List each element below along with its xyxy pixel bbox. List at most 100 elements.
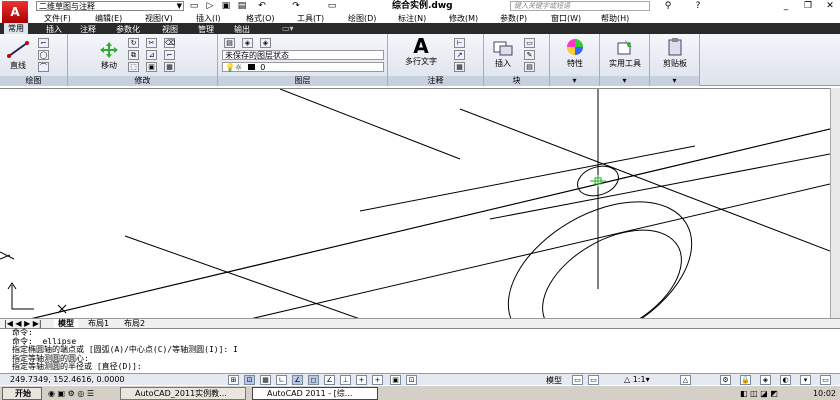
undo-icon[interactable]: ↶ [256, 1, 268, 11]
line-label: 直线 [10, 61, 26, 70]
drawing-geometry[interactable] [0, 88, 831, 347]
drawing-line [279, 88, 461, 160]
polar-toggle[interactable]: ∠ [292, 375, 303, 385]
quick-launch-icons[interactable]: ◉ ▣ ⚙ ◎ ☰ [48, 387, 94, 400]
grid-toggle[interactable]: ▦ [260, 375, 271, 385]
move-icon [100, 42, 118, 58]
autocad-logo-icon[interactable]: A [2, 1, 28, 23]
leader-icon[interactable]: ↗ [454, 50, 465, 60]
binoculars-icon[interactable]: ⚲ [660, 0, 676, 12]
mirror-icon[interactable]: ⊿ [146, 50, 157, 60]
erase-icon[interactable]: ⌫ [164, 38, 175, 48]
redo-icon[interactable]: ↷ [290, 1, 302, 11]
print-icon[interactable]: ▭ [326, 1, 338, 11]
layout-tabs: |◀ ◀ ▶ ▶| 模型 布局1 布局2 [0, 318, 840, 329]
rotate-icon[interactable]: ↻ [128, 38, 139, 48]
vertical-scrollbar[interactable] [830, 88, 840, 318]
clean-screen-icon[interactable]: ▭ [820, 375, 831, 385]
taskbar-item-folder[interactable]: AutoCAD_2011实例教... [120, 387, 246, 400]
open-icon[interactable]: ▷ [204, 1, 216, 11]
start-label: 开始 [15, 389, 31, 398]
coordinates-readout[interactable]: 249.7349, 152.4616, 0.0000 [10, 375, 125, 384]
mtext-button[interactable]: A 多行文字 [396, 36, 446, 67]
utilities-panel-title[interactable]: ▾ [600, 76, 649, 86]
help-icon[interactable]: ? [690, 0, 706, 12]
polyline-icon[interactable]: ⌐ [38, 38, 49, 48]
clipboard-button[interactable]: 剪贴板 [654, 38, 696, 69]
dimension-icon[interactable]: ⊢ [454, 38, 465, 48]
chevron-down-icon: ▼ [176, 2, 182, 10]
layer-properties-icon[interactable]: ▤ [224, 38, 235, 48]
modify-panel-title[interactable]: 修改 [68, 76, 217, 86]
isolate-objects-icon[interactable]: ◐ [780, 375, 791, 385]
annotation-scale-label[interactable]: △ 1:1▾ [624, 375, 650, 384]
lineweight-toggle[interactable]: + [372, 375, 383, 385]
arc-icon[interactable]: ⌒ [38, 62, 49, 72]
dyn-toggle[interactable]: + [356, 375, 367, 385]
trim-icon[interactable]: ✂ [146, 38, 157, 48]
save-icon[interactable]: ▣ [220, 1, 232, 11]
drawing-line [489, 153, 831, 220]
selection-cycling-toggle[interactable]: ⊡ [406, 375, 417, 385]
table-icon[interactable]: ▦ [454, 62, 465, 72]
draw-panel-title[interactable]: 绘图 [0, 76, 67, 86]
taskbar-item-autocad[interactable]: AutoCAD 2011 - [综... [252, 387, 378, 400]
status-menu-icon[interactable]: ▾ [800, 375, 811, 385]
layer-select[interactable]: 💡☼ 0 [222, 62, 384, 72]
fillet-icon[interactable]: ⌐ [164, 50, 175, 60]
properties-button[interactable]: 特性 [556, 38, 594, 69]
block-panel-title[interactable]: 块 [484, 76, 549, 86]
drawing-line [249, 183, 831, 320]
tab-home[interactable]: 常用 [4, 23, 28, 34]
restore-button[interactable]: ❐ [800, 0, 816, 12]
insert-block-button[interactable]: 插入 [488, 40, 518, 69]
menu-bar: 文件(F) 编辑(E) 视图(V) 插入(I) 格式(O) 工具(T) 绘图(D… [0, 12, 840, 23]
copy-icon[interactable]: ⧉ [128, 50, 139, 60]
lock-icon[interactable]: 🔒 [740, 375, 751, 385]
panel-block: 插入 ▭ ✎ ▤ 块 [484, 34, 550, 86]
scale-icon[interactable]: ▣ [146, 62, 157, 72]
search-input[interactable]: 键入关键字或短语 [510, 1, 650, 11]
circle-icon[interactable]: ◯ [38, 50, 49, 60]
quick-view-layouts-icon[interactable]: ▭ [572, 375, 583, 385]
ribbon-toggle-icon[interactable]: ▭▾ [278, 24, 298, 33]
layer-tool-icon[interactable]: ◈ [260, 38, 271, 48]
layer-tool-icon[interactable]: ◈ [242, 38, 253, 48]
clipboard-panel-title[interactable]: ▾ [650, 76, 699, 86]
hardware-acceleration-icon[interactable]: ◈ [760, 375, 771, 385]
clock: 10:02 [812, 389, 836, 398]
workspace-switching-icon[interactable]: ⚙ [720, 375, 731, 385]
ortho-toggle[interactable]: ∟ [276, 375, 287, 385]
infer-constraints-toggle[interactable]: ⊞ [228, 375, 239, 385]
edit-block-icon[interactable]: ✎ [524, 50, 535, 60]
properties-panel-title[interactable]: ▾ [550, 76, 599, 86]
drawing-canvas[interactable] [0, 88, 840, 347]
osnap-toggle[interactable]: ◻ [308, 375, 319, 385]
command-window[interactable]: 命令: 命令: ellipse 指定椭圆轴的端点或 [圆弧(A)/中心点(C)/等轴… [0, 328, 840, 373]
line-button[interactable]: 直线 [4, 40, 32, 71]
tray-icons[interactable]: ◧ ◫ ◪ ◩ [740, 387, 778, 400]
close-button[interactable]: ✕ [822, 0, 838, 12]
stretch-icon[interactable]: ⬚ [128, 62, 139, 72]
snap-mode-toggle[interactable]: ⊡ [244, 375, 255, 385]
move-button[interactable]: 移动 [94, 42, 124, 71]
attribute-icon[interactable]: ▤ [524, 62, 535, 72]
quick-view-drawings-icon[interactable]: ▭ [588, 375, 599, 385]
array-icon[interactable]: ▦ [164, 62, 175, 72]
layer-state-select[interactable]: 未保存的图层状态 [222, 50, 384, 60]
utilities-button[interactable]: 实用工具 [604, 38, 646, 69]
ducs-toggle[interactable]: ⊥ [340, 375, 351, 385]
otrack-toggle[interactable]: ∠ [324, 375, 335, 385]
create-block-icon[interactable]: ▭ [524, 38, 535, 48]
layers-panel-title[interactable]: 图层 [218, 76, 387, 86]
annotation-panel-title[interactable]: 注释 [388, 76, 483, 86]
annotation-visibility-icon[interactable]: △ [680, 375, 691, 385]
line-icon [7, 41, 29, 58]
quick-properties-toggle[interactable]: ▣ [390, 375, 401, 385]
minimize-button[interactable]: _ [778, 0, 794, 12]
start-button[interactable]: 开始 [2, 387, 42, 400]
plot-icon[interactable]: ▤ [236, 1, 248, 11]
workspace-switcher[interactable]: 二维草图与注释 ▼ [36, 1, 184, 11]
panel-modify: 移动 ↻ ✂ ⌫ ⧉ ⊿ ⌐ ⬚ ▣ ▦ 修改 [68, 34, 218, 86]
new-icon[interactable]: ▭ [188, 1, 200, 11]
